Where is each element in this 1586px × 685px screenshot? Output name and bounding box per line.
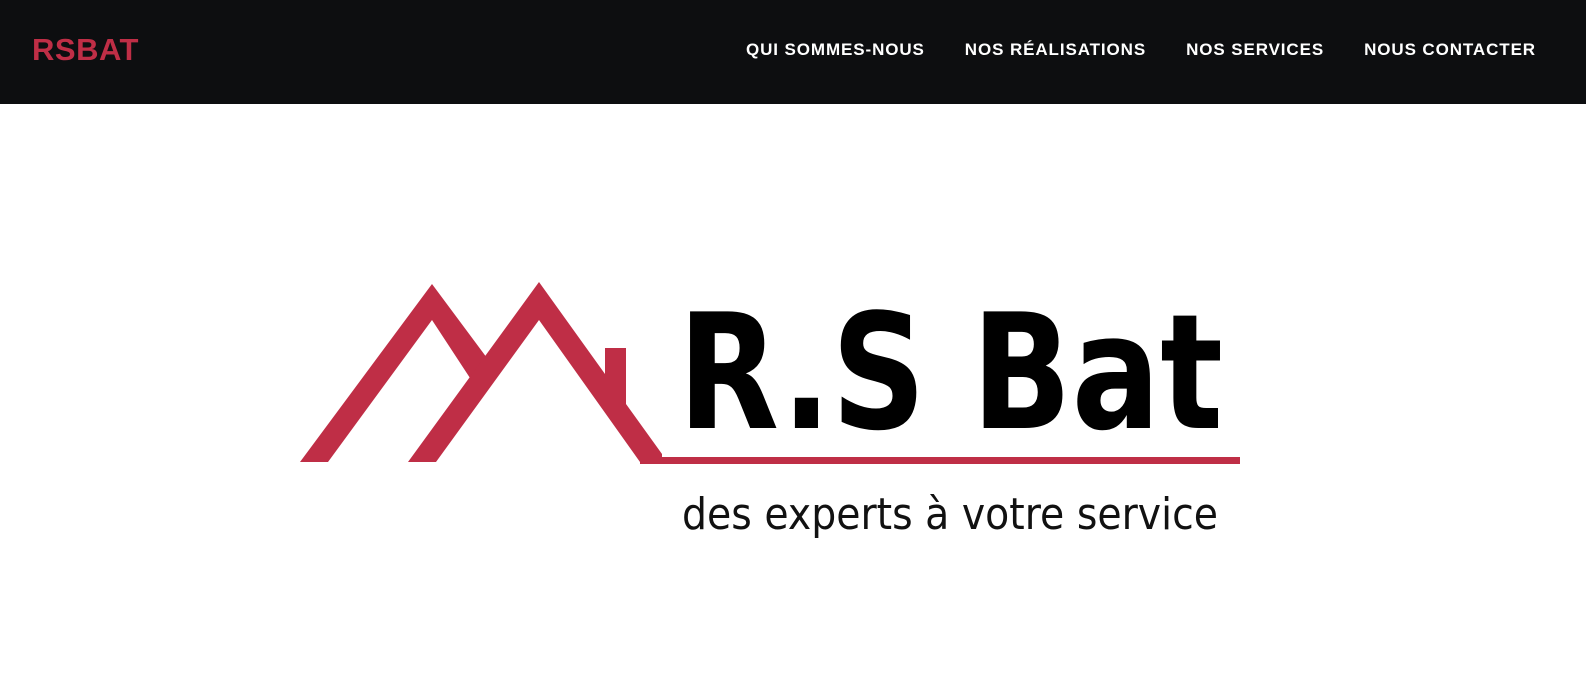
- hero-section: R.S Bat des experts à votre service: [0, 104, 1586, 685]
- nav-item-nos-realisations: NOS RÉALISATIONS: [965, 38, 1146, 62]
- logo-tagline: des experts à votre service: [682, 489, 1218, 540]
- main-nav: QUI SOMMES-NOUS NOS RÉALISATIONS NOS SER…: [746, 38, 1536, 62]
- nav-link-nos-realisations[interactable]: NOS RÉALISATIONS: [965, 40, 1146, 59]
- nav-item-nous-contacter: NOUS CONTACTER: [1364, 38, 1536, 62]
- company-logo: R.S Bat des experts à votre service: [300, 279, 1240, 540]
- brand-logo-link[interactable]: RSBAT: [32, 30, 139, 70]
- nav-link-nos-services[interactable]: NOS SERVICES: [1186, 40, 1324, 59]
- navbar: RSBAT QUI SOMMES-NOUS NOS RÉALISATIONS N…: [0, 0, 1586, 104]
- nav-link-nous-contacter[interactable]: NOUS CONTACTER: [1364, 40, 1536, 59]
- nav-item-nos-services: NOS SERVICES: [1186, 38, 1324, 62]
- logo-name: R.S Bat: [678, 279, 1223, 466]
- nav-item-qui-sommes-nous: QUI SOMMES-NOUS: [746, 38, 925, 62]
- nav-link-qui-sommes-nous[interactable]: QUI SOMMES-NOUS: [746, 40, 925, 59]
